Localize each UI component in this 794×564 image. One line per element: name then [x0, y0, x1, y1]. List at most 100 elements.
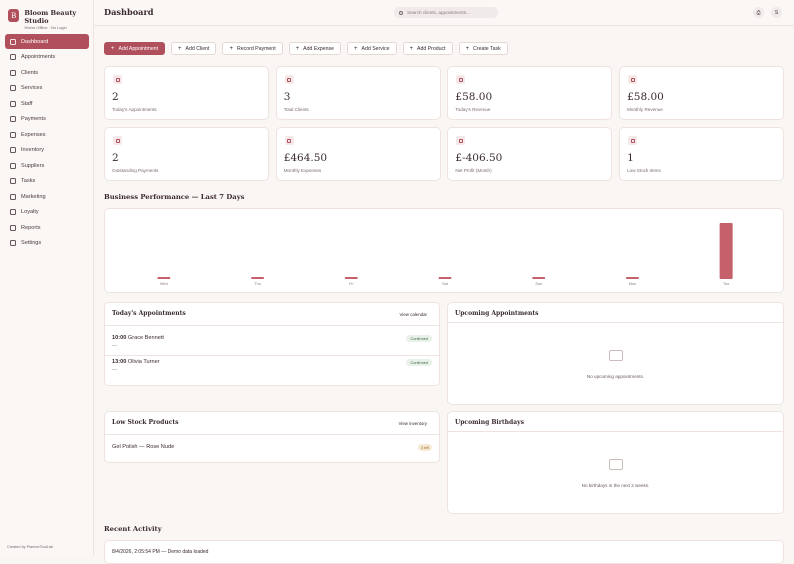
search-input[interactable]: Search clients, appointments... — [394, 7, 498, 18]
stat-value: £-406.50 — [455, 152, 503, 164]
sidebar-item-label: Expenses — [21, 131, 46, 138]
sidebar-item-suppliers[interactable]: Suppliers — [5, 158, 89, 173]
action-label: Add Product — [417, 45, 446, 52]
stat-card[interactable]: 3 Total Clients — [275, 66, 441, 120]
creator-credit[interactable]: Created by PlannerToolLab — [7, 545, 53, 549]
chart-bar[interactable] — [251, 277, 265, 279]
sidebar-item-label: Dashboard — [21, 38, 49, 45]
plus-icon: + — [354, 45, 358, 52]
appointment-client: Grace Bennett — [127, 335, 164, 341]
status-badge: Confirmed — [406, 335, 432, 342]
sidebar-item-clients[interactable]: Clients — [5, 65, 89, 80]
stat-value: £464.50 — [283, 152, 328, 164]
add-product-button[interactable]: + Add Product — [402, 42, 453, 55]
stat-value: 1 — [627, 152, 634, 164]
sidebar-item-tasks[interactable]: Tasks — [5, 173, 89, 188]
divider — [105, 355, 439, 356]
stat-value: £58.00 — [627, 91, 664, 103]
stat-label: Today's Revenue — [455, 107, 491, 112]
sidebar-item-appointments[interactable]: Appointments — [5, 49, 89, 64]
stat-card[interactable]: 2 Outstanding Payments — [104, 127, 269, 181]
divider — [448, 431, 783, 432]
list-item[interactable]: Gel Polish — Rose Nude — [112, 444, 432, 450]
sidebar-item-marketing[interactable]: Marketing — [5, 189, 89, 204]
chart-bar[interactable] — [532, 277, 546, 279]
divider — [105, 325, 439, 326]
x-tick-label: Wed — [160, 282, 168, 286]
stat-card[interactable]: £-406.50 Net Profit (Month) — [447, 127, 613, 181]
staff-icon — [10, 100, 16, 107]
sparkle-icon — [10, 85, 16, 92]
cake-icon — [609, 459, 623, 470]
stat-card[interactable]: 2 Today's Appointments — [104, 66, 269, 120]
performance-title: Business Performance — Last 7 Days — [104, 193, 245, 201]
box-icon — [10, 147, 16, 154]
appointment-row[interactable]: 13:00 Olivia Turner — Confirmed — [112, 359, 432, 373]
activity-item: 8/4/2026, 2:05:54 PM — Demo data loaded — [112, 549, 209, 555]
card-icon — [456, 75, 466, 84]
sidebar-item-settings[interactable]: Settings — [5, 235, 89, 250]
action-label: Add Client — [185, 45, 210, 52]
divider — [105, 434, 439, 435]
plus-icon: + — [111, 45, 115, 52]
report-icon — [10, 224, 16, 231]
add-appointment-button[interactable]: + Add Appointment — [104, 42, 166, 55]
stat-value: 2 — [112, 91, 119, 103]
sidebar-item-reports[interactable]: Reports — [5, 220, 89, 235]
search-placeholder: Search clients, appointments... — [407, 10, 470, 15]
sidebar: B Bloom Beauty Studio Works Offline · No… — [0, 0, 94, 556]
appointment-time: 10:00 — [112, 335, 127, 341]
print-button[interactable]: ⎙ — [753, 7, 764, 18]
stat-label: Low Stock Items — [627, 168, 661, 173]
appointment-detail: — — [112, 367, 117, 373]
stat-card[interactable]: £58.00 Monthly Revenue — [619, 66, 785, 120]
chart-bar[interactable] — [438, 277, 452, 279]
chart-bar[interactable] — [344, 277, 358, 279]
create-task-button[interactable]: + Create Task — [458, 42, 508, 55]
chart-bar[interactable] — [625, 277, 639, 279]
sidebar-item-payments[interactable]: Payments — [5, 111, 89, 126]
sidebar-item-label: Clients — [21, 69, 39, 76]
sidebar-item-expenses[interactable]: Expenses — [5, 127, 89, 142]
stat-label: Today's Appointments — [112, 107, 157, 112]
sidebar-item-staff[interactable]: Staff — [5, 96, 89, 111]
stat-value: 2 — [112, 152, 119, 164]
calendar-icon — [10, 54, 16, 61]
sidebar-item-label: Services — [21, 85, 43, 92]
stat-card[interactable]: £58.00 Today's Revenue — [447, 66, 613, 120]
sidebar-item-label: Inventory — [21, 147, 45, 154]
view-calendar-link[interactable]: View calendar — [397, 310, 431, 319]
add-service-button[interactable]: + Add Service — [347, 42, 397, 55]
low-stock-panel: Low Stock Products View inventory Gel Po… — [104, 411, 440, 463]
sidebar-item-dashboard[interactable]: Dashboard — [5, 34, 89, 50]
add-expense-button[interactable]: + Add Expense — [288, 42, 342, 55]
sidebar-item-label: Tasks — [21, 178, 36, 185]
upcoming-birthdays-panel: Upcoming Birthdays No birthdays in the n… — [447, 411, 784, 514]
stat-card[interactable]: £464.50 Monthly Expenses — [275, 127, 441, 181]
users-icon — [10, 69, 16, 76]
sidebar-item-inventory[interactable]: Inventory — [5, 142, 89, 157]
user-avatar[interactable]: S — [771, 7, 782, 18]
x-tick-label: Sat — [442, 282, 449, 286]
chart-bar[interactable] — [157, 277, 171, 279]
appointment-row[interactable]: 10:00 Grace Bennett — Confirmed — [112, 335, 432, 349]
empty-message: No upcoming appointments. — [586, 374, 645, 379]
stat-card[interactable]: 1 Low Stock Items — [619, 127, 785, 181]
view-inventory-link[interactable]: View inventory — [396, 419, 430, 428]
recent-activity-title: Recent Activity — [104, 525, 162, 533]
sidebar-item-services[interactable]: Services — [5, 80, 89, 95]
sidebar-item-loyalty[interactable]: Loyalty — [5, 204, 89, 219]
brand: B Bloom Beauty Studio Works Offline · No… — [8, 9, 93, 31]
check-icon — [10, 178, 16, 185]
sidebar-item-label: Payments — [21, 116, 46, 123]
plus-icon: + — [409, 45, 414, 52]
chart-bar[interactable] — [719, 223, 733, 279]
sidebar-item-label: Suppliers — [21, 162, 45, 169]
action-label: Add Service — [361, 45, 390, 52]
dollar-icon — [284, 136, 294, 145]
clock-icon — [456, 136, 466, 145]
record-payment-button[interactable]: + Record Payment — [222, 42, 283, 55]
add-client-button[interactable]: + Add Client — [171, 42, 217, 55]
sidebar-item-label: Settings — [21, 239, 42, 246]
appointment-detail: — — [112, 343, 117, 349]
